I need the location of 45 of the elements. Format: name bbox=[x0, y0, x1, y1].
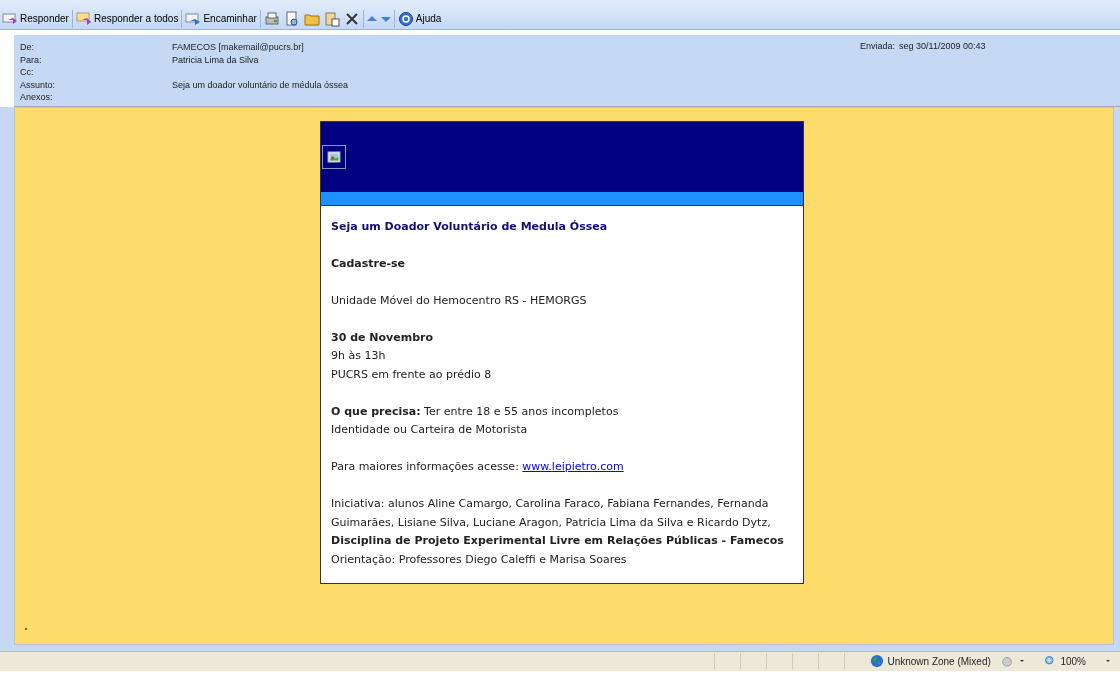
forward-icon bbox=[185, 10, 202, 27]
email-text: Para maiores informações acesse: bbox=[331, 459, 520, 475]
email-heading: Cadastre-se bbox=[331, 255, 407, 272]
field-label: Anexos: bbox=[20, 91, 54, 104]
email-title: Seja um Doador Voluntário de Medula Óssea bbox=[331, 218, 609, 235]
email-text: Identidade ou Carteira de Motorista bbox=[331, 422, 529, 438]
field-value: FAMECOS [makemail@pucrs.br] bbox=[172, 41, 304, 54]
email-text: Orientação: Professores Diego Caleffi e Marisa Soares bbox=[331, 551, 628, 568]
email-text: O que precisa: Ter entre 18 e 55 anos incompletos bbox=[331, 403, 620, 420]
printer-icon bbox=[263, 10, 280, 27]
email-text: 9h às 13h bbox=[331, 348, 387, 364]
field-label: De: bbox=[20, 41, 35, 54]
down-arrow-icon bbox=[380, 15, 391, 22]
dot-mark bbox=[25, 627, 27, 630]
reply-button[interactable]: Responder bbox=[0, 8, 71, 29]
up-arrow-icon bbox=[366, 15, 377, 22]
help-button[interactable]: Ajuda bbox=[395, 8, 444, 29]
field-value: seg 30/11/2009 00:43 bbox=[899, 41, 986, 51]
caret-icon bbox=[1018, 657, 1027, 665]
field-label: Para: bbox=[20, 53, 43, 66]
clipboard-icon bbox=[323, 10, 340, 27]
website-link[interactable]: www.leipietro.com bbox=[522, 458, 624, 477]
field-value: Patricia Lima da Silva bbox=[172, 53, 259, 66]
email-text: Unidade Móvel do Hemocentro RS - HEMORGS bbox=[331, 292, 588, 309]
field-label: Cc: bbox=[20, 66, 35, 79]
email-text: Iniciativa: alunos Aline Camargo, Carolina Faraco, Fabiana Fernandes, Fernanda Guimarães, Lisiane Silva, Luciane Aragon, Patricia Lima da Silva e Ricardo Dytz, bbox=[331, 496, 772, 531]
reply-icon bbox=[2, 10, 18, 27]
help-icon bbox=[397, 10, 414, 27]
protected-mode-icon bbox=[1000, 654, 1015, 668]
zone-text: Unknown Zone (Mixed) bbox=[887, 655, 991, 667]
zoom-icon bbox=[1044, 655, 1057, 667]
field-label: Assunto: bbox=[20, 78, 57, 91]
reply-all-icon bbox=[75, 10, 92, 27]
reply-all-button[interactable]: Responder a todos bbox=[73, 8, 181, 29]
zoom-control[interactable]: 100% bbox=[1044, 655, 1086, 667]
email-text: PUCRS em frente ao prédio 8 bbox=[331, 366, 493, 383]
field-label: Enviada: bbox=[860, 41, 896, 51]
email-heading: 30 de Novembro bbox=[331, 329, 434, 346]
forward-button[interactable]: Encaminhar bbox=[183, 8, 259, 29]
globe-icon bbox=[870, 654, 885, 668]
document-icon bbox=[283, 10, 300, 27]
delete-icon bbox=[343, 10, 360, 27]
email-heading: Disciplina de Projeto Experimental Livre em Relações Públicas - Famecos bbox=[331, 533, 785, 549]
caret-icon bbox=[1104, 657, 1112, 665]
field-value: Seja um doador voluntário de médula óssea bbox=[172, 78, 349, 91]
